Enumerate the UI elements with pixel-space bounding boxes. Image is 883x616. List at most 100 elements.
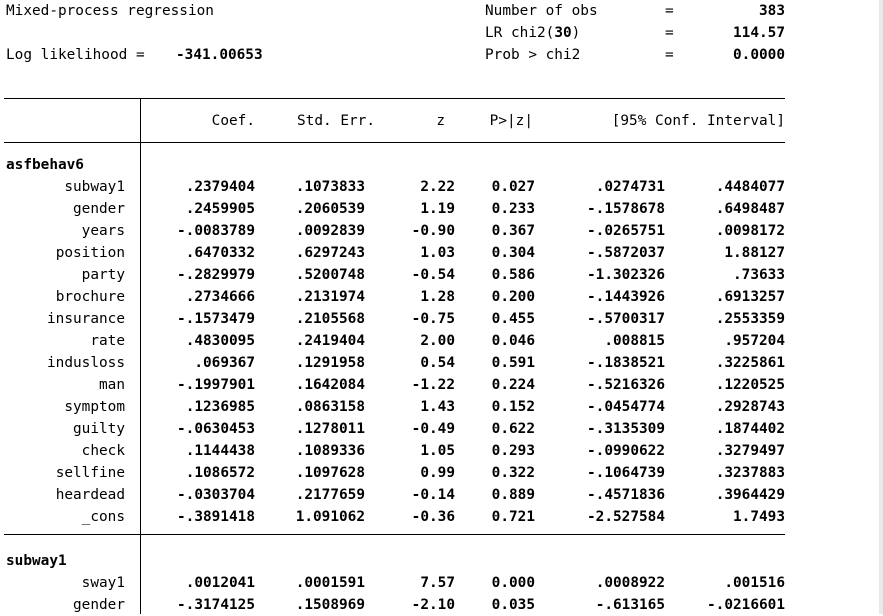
coef-value: .1144438	[185, 443, 255, 459]
col-header-coef: Coef.	[211, 113, 255, 129]
ci-lower: -.0990622	[587, 443, 665, 459]
ci-lower: -1.302326	[587, 267, 665, 283]
stat-value: 383	[759, 3, 785, 19]
ci-lower: -.0454774	[587, 399, 665, 415]
se-value: .5200748	[295, 267, 365, 283]
se-value: .2060539	[295, 201, 365, 217]
ci-lower: .0008922	[595, 575, 665, 591]
se-value: .0863158	[295, 399, 365, 415]
var-name: guilty	[73, 421, 125, 437]
ci-upper: .2553359	[715, 311, 785, 327]
z-value: -1.22	[411, 377, 455, 393]
ci-lower: -.1838521	[587, 355, 665, 371]
coef-value: -.3891418	[177, 509, 255, 525]
ci-lower: -.1443926	[587, 289, 665, 305]
z-value: 1.28	[420, 289, 455, 305]
var-name: heardead	[55, 487, 125, 503]
p-value: 0.027	[491, 179, 535, 195]
model-title: Mixed-process regression	[6, 3, 214, 19]
coef-value: .0012041	[185, 575, 255, 591]
var-name: indusloss	[47, 355, 125, 371]
p-value: 0.200	[491, 289, 535, 305]
var-name: gender	[73, 597, 125, 613]
ci-lower: -2.527584	[587, 509, 665, 525]
var-name: sway1	[81, 575, 125, 591]
coef-value: -.1573479	[177, 311, 255, 327]
se-value: .2131974	[295, 289, 365, 305]
p-value: 0.721	[491, 509, 535, 525]
var-name: position	[55, 245, 125, 261]
ci-upper: .3237883	[715, 465, 785, 481]
coef-value: -.1997901	[177, 377, 255, 393]
stat-label-text: LR chi2(	[485, 25, 555, 41]
z-value: -0.14	[411, 487, 455, 503]
p-value: 0.224	[491, 377, 535, 393]
ci-lower: -.1064739	[587, 465, 665, 481]
column-header-rule	[4, 142, 785, 143]
ci-upper: 1.7493	[733, 509, 785, 525]
ci-lower: .0274731	[595, 179, 665, 195]
var-name: sellfine	[55, 465, 125, 481]
ci-upper: .3225861	[715, 355, 785, 371]
ci-upper: .3964429	[715, 487, 785, 503]
var-name: party	[81, 267, 125, 283]
ci-lower: -.5216326	[587, 377, 665, 393]
ci-upper: .6913257	[715, 289, 785, 305]
ci-upper: .3279497	[715, 443, 785, 459]
p-value: 0.293	[491, 443, 535, 459]
z-value: -0.90	[411, 223, 455, 239]
col-header-ci: [95% Conf. Interval]	[611, 113, 785, 129]
coef-value: .1086572	[185, 465, 255, 481]
se-value: .2177659	[295, 487, 365, 503]
coef-value: .4830095	[185, 333, 255, 349]
z-value: 1.03	[420, 245, 455, 261]
ci-upper: .1874402	[715, 421, 785, 437]
coef-value: -.2829979	[177, 267, 255, 283]
z-value: 0.99	[420, 465, 455, 481]
loglik-label: Log likelihood =	[6, 47, 145, 63]
p-value: 0.046	[491, 333, 535, 349]
z-value: -0.49	[411, 421, 455, 437]
coef-value: -.0303704	[177, 487, 255, 503]
coef-value: .069367	[194, 355, 255, 371]
ci-upper: 1.88127	[724, 245, 785, 261]
coef-value: .2379404	[185, 179, 255, 195]
ci-lower: -.5872037	[587, 245, 665, 261]
p-value: 0.233	[491, 201, 535, 217]
se-value: .6297243	[295, 245, 365, 261]
se-value: .1642084	[295, 377, 365, 393]
var-name: insurance	[47, 311, 125, 327]
var-name: gender	[73, 201, 125, 217]
se-value: .1089336	[295, 443, 365, 459]
p-value: 0.622	[491, 421, 535, 437]
stat-label: Number of obs	[485, 0, 598, 22]
scrollbar-track[interactable]	[879, 0, 883, 614]
se-value: .2105568	[295, 311, 365, 327]
ci-lower: -.3135309	[587, 421, 665, 437]
p-value: 0.152	[491, 399, 535, 415]
coef-value: .1236985	[185, 399, 255, 415]
var-name: symptom	[64, 399, 125, 415]
p-value: 0.586	[491, 267, 535, 283]
var-name: brochure	[55, 289, 125, 305]
ci-upper: .2928743	[715, 399, 785, 415]
stat-label: Prob > chi2	[485, 44, 580, 66]
coef-value: .6470332	[185, 245, 255, 261]
se-value: .1291958	[295, 355, 365, 371]
ci-lower: -.4571836	[587, 487, 665, 503]
equation-separator-rule	[4, 534, 785, 535]
ci-lower: -.1578678	[587, 201, 665, 217]
ci-upper: .1220525	[715, 377, 785, 393]
se-value: .1278011	[295, 421, 365, 437]
se-value: .2419404	[295, 333, 365, 349]
coef-value: .2459905	[185, 201, 255, 217]
stat-label: LR chi2(30)	[485, 22, 580, 44]
var-name: years	[81, 223, 125, 239]
p-value: 0.035	[491, 597, 535, 613]
coef-value: -.3174125	[177, 597, 255, 613]
z-value: -0.36	[411, 509, 455, 525]
ci-lower: -.0265751	[587, 223, 665, 239]
ci-upper: .6498487	[715, 201, 785, 217]
loglik-value: -341.00653	[176, 47, 263, 63]
ci-lower: .008815	[604, 333, 665, 349]
